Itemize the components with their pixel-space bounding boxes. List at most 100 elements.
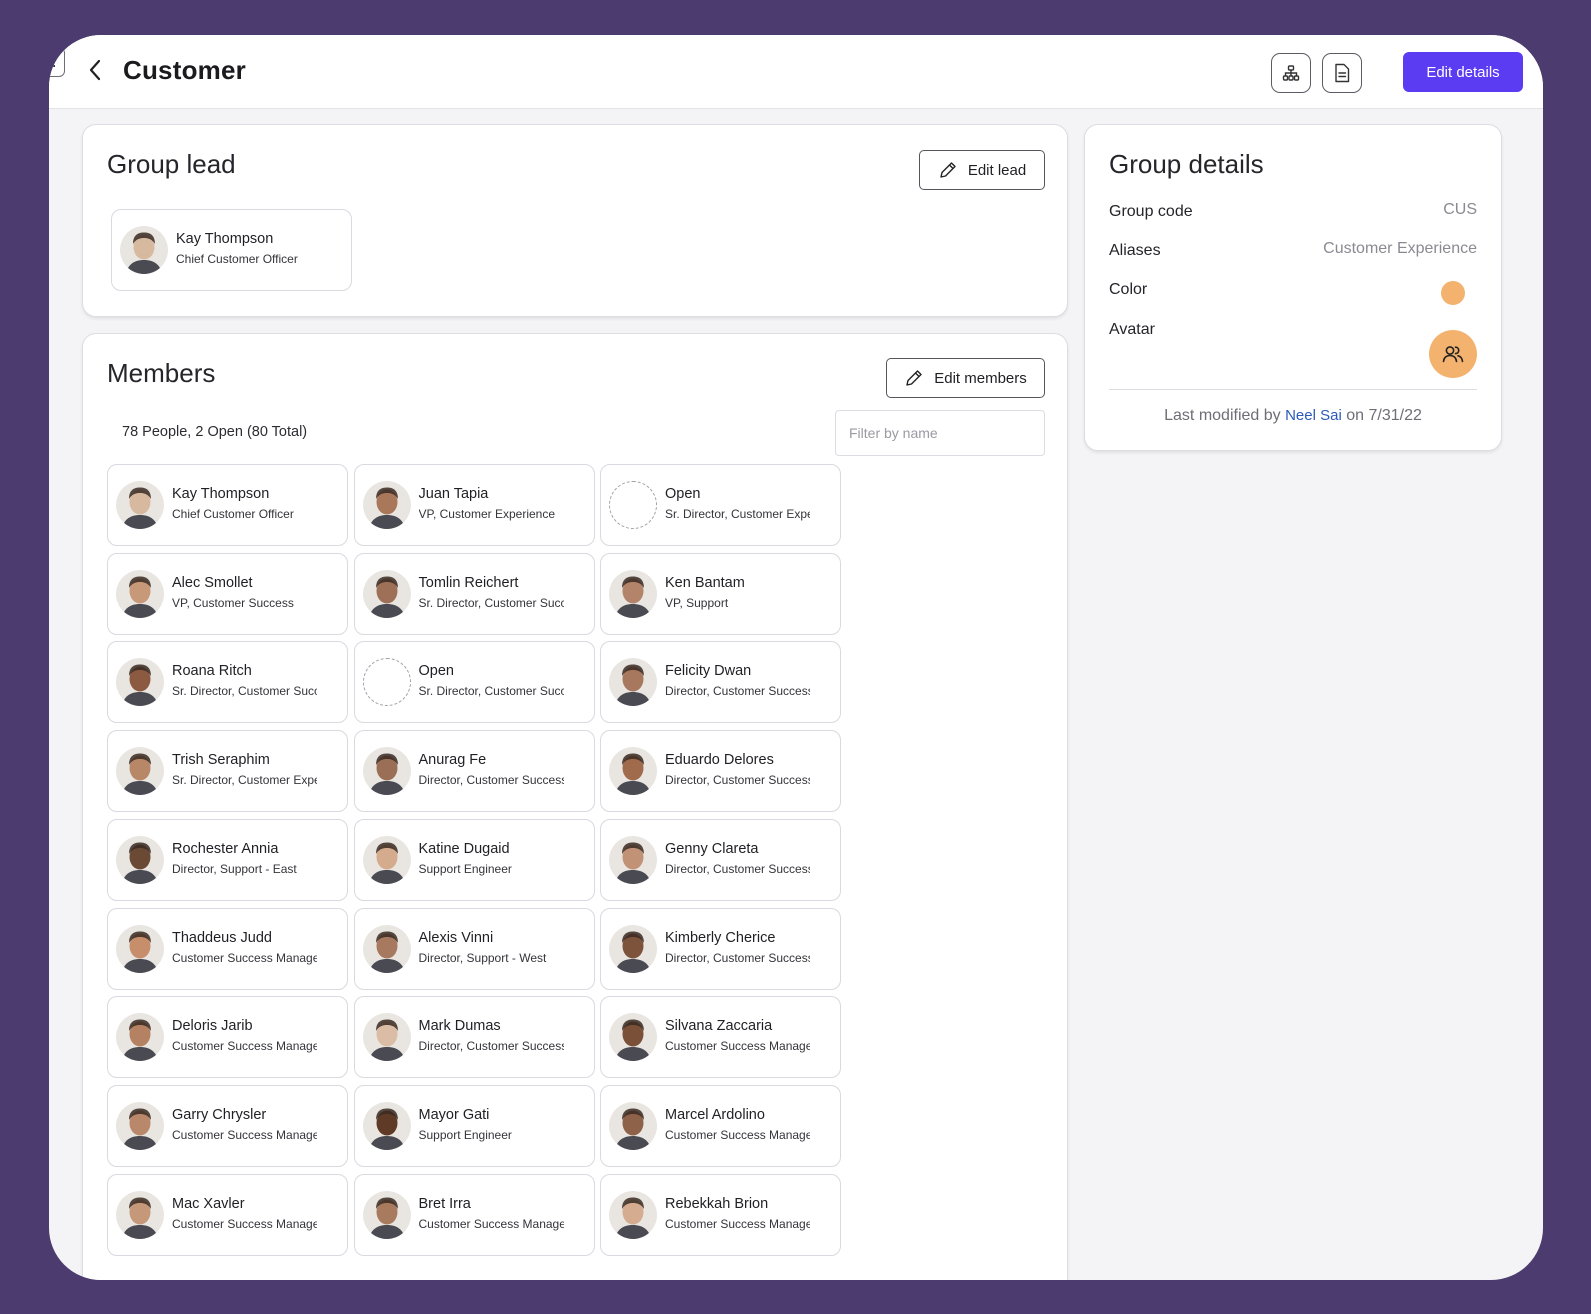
member-card[interactable]: Marcel Ardolino Customer Success Manager: [600, 1084, 841, 1167]
member-card[interactable]: Rochester Annia Director, Support - East: [107, 818, 348, 901]
avatar: [609, 569, 657, 618]
sidebar-toggle-icon[interactable]: [49, 47, 65, 77]
person-name: Alec Smollet: [172, 574, 253, 591]
person-name: Genny Clareta: [665, 840, 759, 857]
member-card[interactable]: Felicity Dwan Director, Customer Success: [600, 641, 841, 724]
person-title: Sr. Director, Customer Success: [418, 684, 564, 699]
member-card[interactable]: Alec Smollet VP, Customer Success: [107, 552, 348, 635]
edit-lead-label: Edit lead: [967, 161, 1027, 179]
member-card[interactable]: Roana Ritch Sr. Director, Customer Succes…: [107, 641, 348, 724]
person-name: Kay Thompson: [176, 231, 274, 247]
member-card[interactable]: Eduardo Delores Director, Customer Succes…: [600, 730, 841, 813]
person-photo-icon: [362, 747, 411, 796]
person-title: Director, Customer Success: [665, 861, 810, 876]
member-card[interactable]: Juan Tapia VP, Customer Experience: [353, 464, 595, 546]
member-card[interactable]: Mayor Gati Support Engineer: [353, 1084, 595, 1167]
filter-by-name-input[interactable]: [835, 410, 1045, 456]
member-card[interactable]: Tomlin Reichert Sr. Director, Customer Su…: [353, 552, 595, 635]
member-card[interactable]: Rebekkah Brion Customer Success Manager: [600, 1173, 841, 1256]
org-chart-button[interactable]: [1271, 53, 1311, 93]
document-button[interactable]: [1322, 53, 1362, 93]
member-card[interactable]: Thaddeus Judd Customer Success Manager: [107, 907, 348, 990]
color-swatch: [1441, 281, 1465, 305]
person-title: Customer Success Manager: [665, 1127, 810, 1142]
person-title: Director, Customer Success: [665, 684, 810, 699]
person-title: Director, Customer Success: [418, 1039, 564, 1054]
chevron-left-icon: [89, 59, 101, 81]
modified-by-link[interactable]: Neel Sai: [1285, 407, 1342, 424]
person-name: Alexis Vinni: [418, 929, 494, 946]
person-photo-icon: [116, 481, 164, 529]
person-photo-icon: [609, 835, 657, 884]
member-card[interactable]: Silvana Zaccaria Customer Success Manager: [600, 996, 841, 1079]
person-photo-icon: [116, 835, 164, 884]
members-title: Members: [107, 358, 216, 388]
member-card[interactable]: Mac Xavler Customer Success Manager: [107, 1173, 348, 1256]
member-card[interactable]: Trish Seraphim Sr. Director, Customer Exp…: [107, 730, 348, 813]
member-card[interactable]: Kay Thompson Chief Customer Officer: [107, 464, 348, 546]
person-name: Mac Xavler: [172, 1195, 245, 1212]
person-title: VP, Support: [665, 595, 729, 610]
member-card[interactable]: Anurag Fe Director, Customer Success: [353, 730, 595, 813]
person-photo-icon: [116, 747, 164, 796]
member-card[interactable]: Bret Irra Customer Success Manager: [353, 1173, 595, 1256]
avatar: [609, 835, 657, 884]
member-card[interactable]: Genny Clareta Director, Customer Success: [600, 818, 841, 901]
document-icon: [1335, 63, 1350, 83]
person-name: Mayor Gati: [418, 1106, 490, 1123]
member-card[interactable]: Katine Dugaid Support Engineer: [353, 818, 595, 901]
person-photo-icon: [609, 924, 657, 973]
person-photo-icon: [362, 569, 411, 618]
person-name: Open: [418, 663, 454, 680]
person-photo-icon: [120, 226, 168, 274]
edit-lead-button[interactable]: Edit lead: [919, 150, 1045, 190]
person-title: Chief Customer Officer: [172, 507, 294, 521]
open-position-card[interactable]: Open Sr. Director, Customer Success: [353, 641, 595, 724]
back-button[interactable]: [83, 55, 107, 85]
person-photo-icon: [116, 1101, 164, 1150]
avatar-label: Avatar: [1109, 321, 1155, 338]
person-title: VP, Customer Success: [172, 595, 294, 610]
people-icon: [1442, 346, 1464, 363]
member-card[interactable]: Kimberly Cherice Director, Customer Succe…: [600, 907, 841, 990]
member-card[interactable]: Garry Chrysler Customer Success Manager: [107, 1084, 348, 1167]
group-avatar: [1429, 330, 1477, 378]
person-name: Rochester Annia: [172, 840, 279, 857]
member-card[interactable]: Ken Bantam VP, Support: [600, 552, 841, 635]
member-card[interactable]: Deloris Jarib Customer Success Manager: [107, 996, 348, 1079]
avatar: [609, 658, 657, 707]
modified-prefix: Last modified by: [1164, 407, 1281, 424]
person-title: Director, Support - East: [172, 861, 297, 876]
avatar: [116, 658, 164, 707]
person-name: Juan Tapia: [418, 486, 489, 502]
edit-members-label: Edit members: [934, 369, 1027, 387]
person-title: Director, Support - West: [418, 950, 547, 965]
top-bar: Customer Edit details: [49, 35, 1543, 109]
person-title: Sr. Director, Customer Success: [172, 684, 317, 699]
page-title: Customer: [123, 55, 246, 85]
person-title: Customer Success Manager: [418, 1216, 564, 1231]
avatar: [116, 1190, 164, 1239]
edit-members-button[interactable]: Edit members: [886, 358, 1045, 398]
person-photo-icon: [609, 1101, 657, 1150]
aliases-label: Aliases: [1109, 242, 1161, 259]
avatar: [116, 1101, 164, 1150]
edit-details-button[interactable]: Edit details: [1403, 52, 1523, 92]
group-lead-title: Group lead: [107, 149, 236, 179]
person-photo-icon: [362, 1190, 411, 1239]
open-position-card[interactable]: Open Sr. Director, Customer Experience: [600, 464, 841, 546]
avatar: [116, 747, 164, 796]
member-card[interactable]: Mark Dumas Director, Customer Success: [353, 996, 595, 1079]
group-lead-person-card[interactable]: Kay Thompson Chief Customer Officer: [111, 209, 352, 291]
person-title: Customer Success Manager: [172, 1216, 317, 1231]
divider: [1109, 389, 1477, 390]
person-title: Director, Customer Success: [665, 950, 810, 965]
pencil-icon: [940, 162, 956, 178]
member-card[interactable]: Alexis Vinni Director, Support - West: [353, 907, 595, 990]
avatar: [362, 1190, 411, 1239]
avatar: [120, 226, 168, 274]
color-row: Color: [1109, 281, 1477, 305]
avatar: [609, 1190, 657, 1239]
person-photo-icon: [609, 658, 657, 707]
person-name: Katine Dugaid: [418, 840, 510, 857]
